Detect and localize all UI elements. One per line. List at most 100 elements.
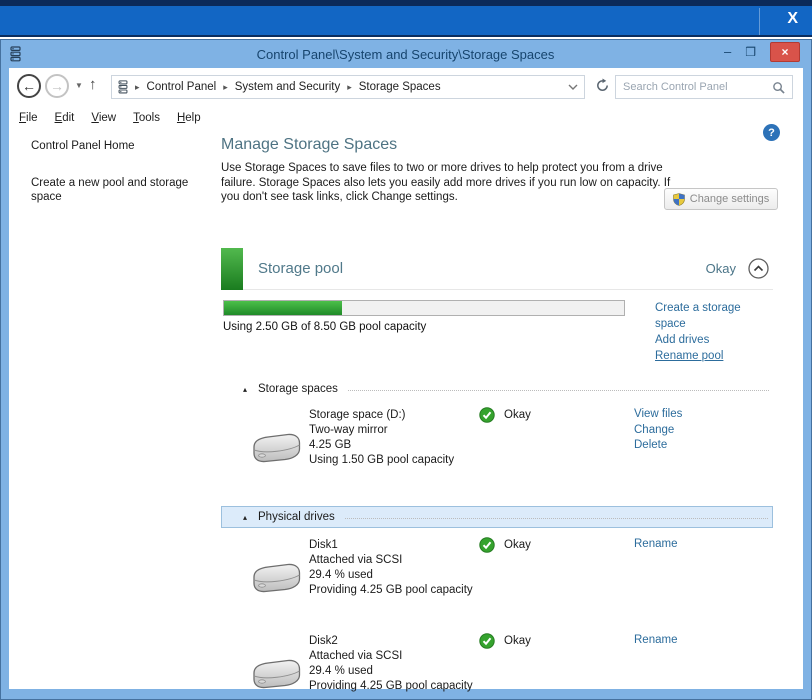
sidebar-item-create-pool[interactable]: Create a new pool and storage space: [31, 176, 207, 204]
menu-edit[interactable]: Edit: [55, 112, 75, 124]
physical-drive-row: Disk2 Attached via SCSI 29.4 % used Prov…: [221, 632, 773, 700]
navigation-bar: ← → ▼ ↑ ▸ Control Panel ▸ System and Sec…: [9, 68, 803, 106]
pool-capacity-progress-bar: [223, 300, 625, 316]
physical-drives-header-label: Physical drives: [258, 511, 335, 523]
physical-drive-details: Disk1 Attached via SCSI 29.4 % used Prov…: [309, 538, 481, 598]
breadcrumb-separator: ▸: [135, 82, 140, 93]
outer-close-button[interactable]: X: [787, 10, 798, 28]
uac-shield-icon: [673, 193, 685, 206]
pool-title: Storage pool: [258, 260, 343, 277]
minimize-button[interactable]: –: [724, 43, 731, 61]
breadcrumb-separator: ▸: [223, 82, 228, 93]
drive-capacity: Providing 4.25 GB pool capacity: [309, 679, 481, 694]
forward-button[interactable]: →: [45, 74, 69, 98]
outer-window-titlebar: X: [0, 6, 812, 37]
header-rule: [348, 390, 769, 391]
storage-space-details: Storage space (D:) Two-way mirror 4.25 G…: [309, 408, 481, 468]
search-icon[interactable]: [772, 81, 785, 94]
drive-name: Disk2: [309, 634, 481, 649]
window-body: ← → ▼ ↑ ▸ Control Panel ▸ System and Sec…: [9, 68, 803, 689]
drive-attachment: Attached via SCSI: [309, 553, 481, 568]
storage-space-links: View files Change Delete: [634, 407, 682, 454]
drive-used: 29.4 % used: [309, 664, 481, 679]
status-ok-icon: [479, 633, 495, 649]
storage-space-name: Storage space (D:): [309, 408, 481, 423]
collapse-triangle-icon[interactable]: ▴: [243, 513, 247, 522]
search-box[interactable]: [615, 75, 793, 99]
breadcrumb-item-system-and-security[interactable]: System and Security: [235, 81, 340, 93]
page-description: Use Storage Spaces to save files to two …: [221, 161, 677, 205]
breadcrumb-stack-icon: [118, 80, 128, 94]
storage-space-size: 4.25 GB: [309, 438, 481, 453]
rename-link[interactable]: Rename: [634, 537, 677, 553]
drive-used: 29.4 % used: [309, 568, 481, 583]
status-label: Okay: [504, 635, 531, 647]
pool-capacity-caption: Using 2.50 GB of 8.50 GB pool capacity: [223, 321, 625, 333]
outer-divider: [759, 8, 760, 35]
storage-space-row: Storage space (D:) Two-way mirror 4.25 G…: [221, 406, 773, 500]
menu-help[interactable]: Help: [177, 112, 201, 124]
status-label: Okay: [504, 539, 531, 551]
page-title: Manage Storage Spaces: [221, 136, 397, 154]
pool-health-bar: [221, 248, 243, 290]
collapse-triangle-icon[interactable]: ▴: [243, 385, 247, 394]
storage-spaces-section-header[interactable]: ▴ Storage spaces: [221, 380, 773, 398]
change-settings-label: Change settings: [690, 193, 770, 205]
back-button[interactable]: ←: [17, 74, 41, 98]
physical-drives-section-header[interactable]: ▴ Physical drives: [221, 506, 773, 528]
header-rule: [345, 518, 768, 519]
history-dropdown-icon[interactable]: ▼: [75, 81, 83, 90]
content-area: Control Panel Home Create a new pool and…: [9, 130, 803, 689]
delete-link[interactable]: Delete: [634, 438, 682, 454]
breadcrumb-item-control-panel[interactable]: Control Panel: [147, 81, 217, 93]
physical-drive-links: Rename: [634, 633, 677, 649]
breadcrumb-item-storage-spaces[interactable]: Storage Spaces: [359, 81, 441, 93]
pool-status-label: Okay: [706, 261, 736, 276]
drive-attachment: Attached via SCSI: [309, 649, 481, 664]
change-settings-button[interactable]: Change settings: [664, 188, 778, 210]
pool-capacity-progress-fill: [224, 301, 342, 315]
breadcrumb[interactable]: ▸ Control Panel ▸ System and Security ▸ …: [111, 75, 585, 99]
drive-capacity: Providing 4.25 GB pool capacity: [309, 583, 481, 598]
storage-space-usage: Using 1.50 GB pool capacity: [309, 453, 481, 468]
menu-tools[interactable]: Tools: [133, 112, 160, 124]
breadcrumb-dropdown-icon[interactable]: [568, 84, 578, 90]
storage-spaces-header-label: Storage spaces: [258, 383, 338, 395]
physical-drive-details: Disk2 Attached via SCSI 29.4 % used Prov…: [309, 634, 481, 694]
pool-task-links: Create a storage space Add drives Rename…: [655, 300, 773, 364]
close-button[interactable]: ×: [770, 42, 800, 62]
search-input[interactable]: [623, 81, 772, 93]
drive-name: Disk1: [309, 538, 481, 553]
storage-space-type: Two-way mirror: [309, 423, 481, 438]
view-files-link[interactable]: View files: [634, 407, 682, 423]
physical-drive-row: Disk1 Attached via SCSI 29.4 % used Prov…: [221, 536, 773, 624]
menu-view[interactable]: View: [91, 112, 116, 124]
sidebar-item-control-panel-home[interactable]: Control Panel Home: [31, 140, 135, 152]
status-indicator: Okay: [479, 633, 531, 649]
drive-icon: [249, 560, 303, 601]
create-storage-space-link[interactable]: Create a storage space: [655, 300, 773, 332]
window-title: Control Panel\System and Security\Storag…: [9, 47, 802, 62]
status-indicator: Okay: [479, 537, 531, 553]
status-ok-icon: [479, 407, 495, 423]
screen: X Control Panel\System and Security\Stor…: [0, 0, 812, 700]
drive-icon: [249, 430, 303, 471]
control-panel-window: Control Panel\System and Security\Storag…: [0, 39, 812, 700]
physical-drive-links: Rename: [634, 537, 677, 553]
menu-file[interactable]: File: [19, 112, 38, 124]
status-ok-icon: [479, 537, 495, 553]
maximize-button[interactable]: ❒: [745, 43, 756, 61]
add-drives-link[interactable]: Add drives: [655, 332, 773, 348]
status-indicator: Okay: [479, 407, 531, 423]
storage-pool-header: Storage pool Okay: [221, 248, 773, 290]
window-titlebar[interactable]: Control Panel\System and Security\Storag…: [9, 40, 802, 68]
breadcrumb-separator: ▸: [347, 82, 352, 93]
up-button[interactable]: ↑: [89, 76, 97, 93]
rename-link[interactable]: Rename: [634, 633, 677, 649]
collapse-panel-icon[interactable]: [748, 258, 769, 279]
change-link[interactable]: Change: [634, 423, 682, 439]
storage-pool-panel: Storage pool Okay Using 2.50 GB of 8.50 …: [221, 248, 773, 700]
status-label: Okay: [504, 409, 531, 421]
refresh-icon[interactable]: [595, 78, 610, 93]
rename-pool-link[interactable]: Rename pool: [655, 348, 773, 364]
